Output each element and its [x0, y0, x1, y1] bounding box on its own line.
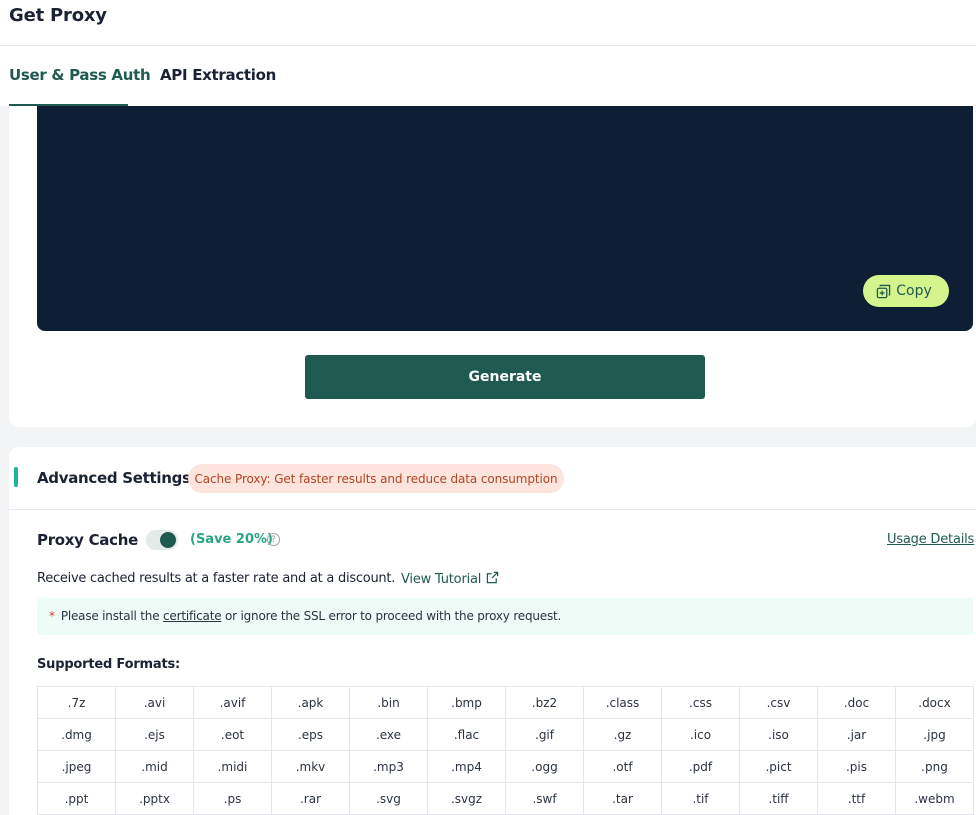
- format-cell: .jpeg: [38, 751, 116, 783]
- ssl-notice-text: * Please install the certificate or ignor…: [49, 609, 561, 623]
- format-cell: .apk: [272, 687, 350, 719]
- format-cell: .avi: [116, 687, 194, 719]
- notice-suffix: or ignore the SSL error to proceed with …: [225, 609, 562, 623]
- format-cell: .pict: [740, 751, 818, 783]
- format-cell: .bz2: [506, 687, 584, 719]
- format-cell: .eot: [194, 719, 272, 751]
- format-cell: .csv: [740, 687, 818, 719]
- page-header: Get Proxy: [0, 0, 976, 46]
- required-star: *: [49, 609, 55, 623]
- format-cell: .doc: [818, 687, 896, 719]
- page-title: Get Proxy: [9, 5, 107, 26]
- format-cell: .class: [584, 687, 662, 719]
- format-cell: .iso: [740, 719, 818, 751]
- section-divider: [9, 509, 976, 510]
- format-cell: .svg: [350, 783, 428, 815]
- format-cell: .mp4: [428, 751, 506, 783]
- proxy-cache-label: Proxy Cache: [37, 531, 138, 549]
- format-cell: .pis: [818, 751, 896, 783]
- format-cell: .mkv: [272, 751, 350, 783]
- format-cell: .pptx: [116, 783, 194, 815]
- view-tutorial-label: View Tutorial: [401, 572, 482, 587]
- format-cell: .docx: [896, 687, 974, 719]
- format-cell: .flac: [428, 719, 506, 751]
- format-cell: .eps: [272, 719, 350, 751]
- format-cell: .css: [662, 687, 740, 719]
- format-cell: .ejs: [116, 719, 194, 751]
- tab-bar: User & Pass Auth API Extraction: [0, 46, 976, 106]
- ssl-notice: * Please install the certificate or ignor…: [37, 598, 973, 635]
- format-cell: .midi: [194, 751, 272, 783]
- format-cell: .webm: [896, 783, 974, 815]
- format-cell: .7z: [38, 687, 116, 719]
- format-cell: .png: [896, 751, 974, 783]
- format-cell: .svgz: [428, 783, 506, 815]
- format-cell: .avif: [194, 687, 272, 719]
- supported-formats-grid: .7z .avi .avif .apk .bin .bmp .bz2 .class .css .c…: [37, 686, 974, 815]
- format-cell: .dmg: [38, 719, 116, 751]
- format-cell: .ppt: [38, 783, 116, 815]
- format-cell: .bin: [350, 687, 428, 719]
- format-cell: .pdf: [662, 751, 740, 783]
- format-cell: .gz: [584, 719, 662, 751]
- format-cell: .tiff: [740, 783, 818, 815]
- toggle-knob: [160, 532, 176, 548]
- generate-button[interactable]: Generate: [305, 355, 705, 399]
- section-accent-bar: [14, 467, 18, 487]
- format-cell: .ico: [662, 719, 740, 751]
- advanced-settings-title: Advanced Settings: [37, 469, 191, 487]
- format-cell: .jar: [818, 719, 896, 751]
- format-cell: .mid: [116, 751, 194, 783]
- help-icon[interactable]: ?: [267, 533, 280, 546]
- format-cell: .swf: [506, 783, 584, 815]
- format-cell: .exe: [350, 719, 428, 751]
- cache-proxy-badge: Cache Proxy: Get faster results and redu…: [188, 464, 564, 493]
- proxy-output-panel: [37, 106, 973, 331]
- format-cell: .tar: [584, 783, 662, 815]
- tab-user-pass-auth[interactable]: User & Pass Auth: [9, 66, 151, 84]
- format-cell: .tif: [662, 783, 740, 815]
- copy-label: Copy: [896, 283, 932, 299]
- format-cell: .ogg: [506, 751, 584, 783]
- external-link-icon: [486, 571, 499, 588]
- copy-button[interactable]: Copy: [863, 275, 949, 307]
- format-cell: .rar: [272, 783, 350, 815]
- format-cell: .ttf: [818, 783, 896, 815]
- notice-prefix: Please install the: [60, 609, 160, 623]
- proxy-cache-description: Receive cached results at a faster rate …: [37, 571, 396, 586]
- copy-icon: [876, 284, 891, 299]
- format-cell: .mp3: [350, 751, 428, 783]
- proxy-cache-toggle[interactable]: [146, 530, 178, 550]
- save-percentage: (Save 20%): [190, 532, 273, 547]
- format-cell: .jpg: [896, 719, 974, 751]
- certificate-link[interactable]: certificate: [163, 609, 222, 623]
- tab-api-extraction[interactable]: API Extraction: [160, 66, 276, 84]
- format-cell: .otf: [584, 751, 662, 783]
- usage-details-link[interactable]: Usage Details: [887, 532, 974, 547]
- format-cell: .bmp: [428, 687, 506, 719]
- format-cell: .ps: [194, 783, 272, 815]
- supported-formats-label: Supported Formats:: [37, 657, 180, 672]
- view-tutorial-link[interactable]: View Tutorial: [401, 571, 499, 588]
- format-cell: .gif: [506, 719, 584, 751]
